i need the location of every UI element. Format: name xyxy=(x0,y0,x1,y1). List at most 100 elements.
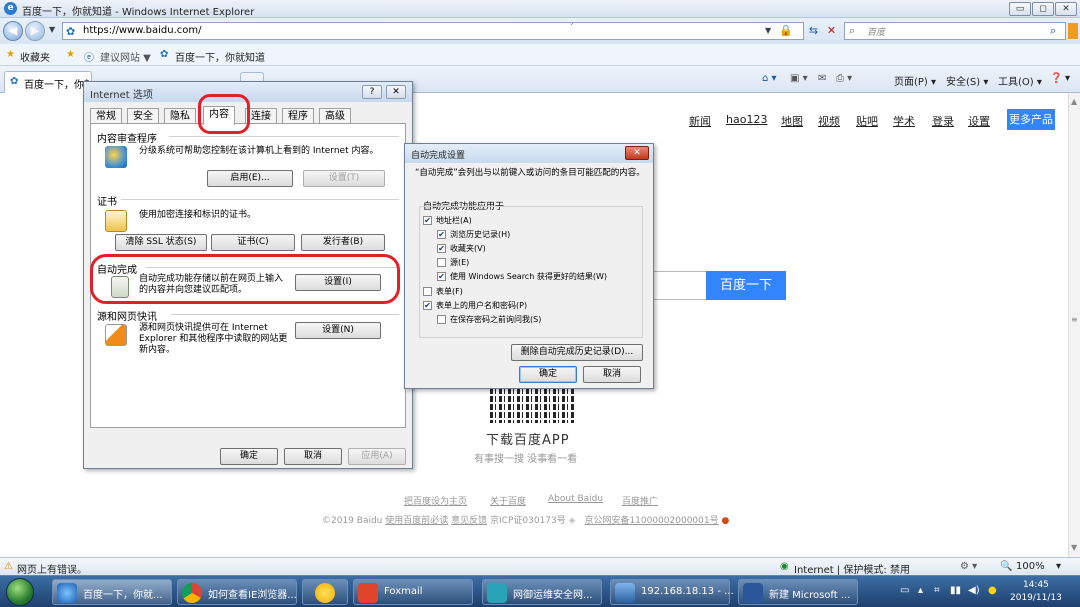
footer-about-baidu-en[interactable]: About Baidu xyxy=(548,494,603,504)
help-menu-arrow[interactable]: ▾ xyxy=(1065,73,1070,84)
address-dropdown-icon[interactable]: ▼ xyxy=(765,26,771,35)
baidu-nav-video[interactable]: 视频 xyxy=(818,113,840,129)
stop-icon[interactable]: ✕ xyxy=(823,22,840,40)
home-icon[interactable]: ⌂ ▾ xyxy=(762,73,777,84)
mail-icon[interactable]: ✉ xyxy=(818,73,826,84)
compatibility-view-icon[interactable]: ⇆ xyxy=(805,22,822,40)
enable-content-advisor-button[interactable]: 启用(E)... xyxy=(207,170,293,187)
autocomplete-checkbox[interactable]: ✔ xyxy=(437,230,446,239)
autocomplete-checkbox[interactable] xyxy=(437,258,446,267)
tab-advanced[interactable]: 高级 xyxy=(319,108,351,124)
safety-menu[interactable]: 安全(S) ▾ xyxy=(946,73,988,88)
copyright-police[interactable]: 京公网安备11000002000001号 xyxy=(584,516,718,526)
baidu-search-input[interactable] xyxy=(650,271,706,300)
footer-about-baidu[interactable]: 关于百度 xyxy=(490,494,526,507)
taskbar-chrome[interactable]: 如何查看IE浏览器... xyxy=(177,579,297,605)
baidu-nav-map[interactable]: 地图 xyxy=(781,113,803,129)
internet-options-cancel-button[interactable]: 取消 xyxy=(284,448,342,465)
internet-options-ok-button[interactable]: 确定 xyxy=(220,448,278,465)
volume-icon[interactable]: ◀) xyxy=(968,585,980,596)
address-bar[interactable]: ✿ https://www.baidu.com/ ˊ ▼ 🔒 xyxy=(62,22,804,40)
taskbar-ops-gateway[interactable]: 网御运维安全网... xyxy=(482,579,602,605)
security-status-icon[interactable]: ⚙ ▾ xyxy=(960,561,977,572)
baidu-nav-login[interactable]: 登录 xyxy=(932,113,954,129)
baidu-nav-settings[interactable]: 设置 xyxy=(968,113,990,129)
close-window-button[interactable]: ✕ xyxy=(1055,2,1077,16)
delete-autocomplete-history-button[interactable]: 删除自动完成历史记录(D)... xyxy=(511,344,643,361)
tray-expand-icon[interactable]: ▴ xyxy=(918,585,923,596)
taskbar-word[interactable]: 新建 Microsoft ... xyxy=(738,579,858,605)
taskbar-app[interactable] xyxy=(302,579,348,605)
footer-set-homepage[interactable]: 把百度设为主页 xyxy=(404,494,467,507)
search-input[interactable]: ⌕ 百度 ⌕ xyxy=(844,22,1066,40)
print-icon[interactable]: ⎙ ▾ xyxy=(836,73,852,84)
history-dropdown-icon[interactable]: ▼ xyxy=(49,25,55,34)
autocomplete-close-button[interactable]: ✕ xyxy=(625,146,649,160)
tab-programs[interactable]: 程序 xyxy=(282,108,314,124)
tray-app-icon[interactable]: ● xyxy=(988,585,997,596)
zoom-level[interactable]: 100% xyxy=(1016,561,1045,572)
zone-text[interactable]: Internet | 保护模式: 禁用 xyxy=(794,561,910,576)
autocomplete-checkbox[interactable] xyxy=(437,315,446,324)
status-error-text[interactable]: 网页上有错误。 xyxy=(17,561,87,576)
lock-icon[interactable]: 🔒 xyxy=(779,24,793,37)
favorites-button[interactable]: 收藏夹 xyxy=(20,49,50,64)
add-favorite-icon[interactable]: ★ xyxy=(66,49,75,60)
tools-menu[interactable]: 工具(O) ▾ xyxy=(998,73,1042,88)
internet-options-apply-button[interactable]: 应用(A) xyxy=(348,448,406,465)
feeds-icon[interactable]: ▣ ▾ xyxy=(790,73,808,84)
baidu-search-button[interactable]: 百度一下 xyxy=(706,271,786,300)
baidu-nav-tieba[interactable]: 贴吧 xyxy=(856,113,878,129)
footer-baidu-promotion[interactable]: 百度推广 xyxy=(622,494,658,507)
page-menu[interactable]: 页面(P) ▾ xyxy=(894,73,936,88)
certificates-button[interactable]: 证书(C) xyxy=(211,234,295,251)
feeds-settings-button[interactable]: 设置(N) xyxy=(295,322,381,339)
zoom-dropdown-icon[interactable]: ▾ xyxy=(1056,561,1061,572)
zoom-icon[interactable]: 🔍 xyxy=(1000,561,1012,572)
autocomplete-cancel-button[interactable]: 取消 xyxy=(583,366,641,383)
tab-security[interactable]: 安全 xyxy=(127,108,159,124)
content-advisor-settings-button[interactable]: 设置(T) xyxy=(303,170,385,187)
system-clock[interactable]: 14:45 2019/11/13 xyxy=(1010,579,1062,605)
baidu-nav-hao123[interactable]: hao123 xyxy=(726,113,767,126)
search-go-icon[interactable]: ⌕ xyxy=(1050,24,1056,38)
help-icon[interactable]: ❓ xyxy=(1050,73,1062,84)
tab-general[interactable]: 常规 xyxy=(90,108,122,124)
autocomplete-checkbox[interactable]: ✔ xyxy=(423,216,432,225)
autocomplete-checkbox[interactable] xyxy=(423,287,432,296)
keyboard-icon[interactable]: ▭ xyxy=(900,585,909,596)
warning-icon[interactable]: ⚠ xyxy=(4,561,13,572)
publishers-button[interactable]: 发行者(B) xyxy=(301,234,385,251)
copyright-feedback[interactable]: 意见反馈 xyxy=(451,516,487,526)
help-button[interactable]: ? xyxy=(362,85,382,99)
vertical-scrollbar[interactable]: ▲ ≡ ▼ xyxy=(1068,93,1080,557)
start-button[interactable] xyxy=(6,578,34,606)
baidu-nav-xueshu[interactable]: 学术 xyxy=(893,113,915,129)
more-products-button[interactable]: 更多产品 xyxy=(1007,109,1055,130)
tab-baidu[interactable]: ✿ 百度一下，你就知道 xyxy=(4,71,92,93)
maximize-button[interactable]: ◻ xyxy=(1032,2,1054,16)
taskbar-remote-desktop[interactable]: 192.168.18.13 - ... xyxy=(610,579,734,605)
usb-icon[interactable]: ⌗ xyxy=(934,585,940,596)
internet-options-close-button[interactable]: ✕ xyxy=(386,85,406,99)
autocomplete-checkbox[interactable]: ✔ xyxy=(437,244,446,253)
scroll-grip-icon[interactable]: ≡ xyxy=(1071,315,1078,324)
scroll-up-icon[interactable]: ▲ xyxy=(1071,97,1077,106)
autocomplete-ok-button[interactable]: 确定 xyxy=(519,366,577,383)
minimize-button[interactable]: ▭ xyxy=(1009,2,1031,16)
favorites-baidu-link[interactable]: 百度一下，你就知道 xyxy=(175,49,265,64)
copyright-must-read[interactable]: 使用百度前必读 xyxy=(385,516,448,526)
baidu-nav-news[interactable]: 新闻 xyxy=(689,113,711,129)
search-options-icon[interactable] xyxy=(1068,23,1078,39)
autocomplete-checkbox[interactable]: ✔ xyxy=(437,272,446,281)
taskbar-ie[interactable]: 百度一下，你就... xyxy=(52,579,172,605)
network-icon[interactable]: ▮▮ xyxy=(950,585,961,596)
scroll-down-icon[interactable]: ▼ xyxy=(1071,543,1077,552)
autocomplete-checkbox[interactable]: ✔ xyxy=(423,301,432,310)
taskbar-foxmail[interactable]: Foxmail xyxy=(353,579,473,605)
tab-privacy[interactable]: 隐私 xyxy=(164,108,196,124)
tab-content[interactable]: 内容 xyxy=(203,106,235,125)
suggested-sites-link[interactable]: 建议网站 ▼ xyxy=(100,49,151,64)
clear-ssl-state-button[interactable]: 清除 SSL 状态(S) xyxy=(115,234,207,251)
back-button[interactable]: ◀ xyxy=(3,21,23,41)
